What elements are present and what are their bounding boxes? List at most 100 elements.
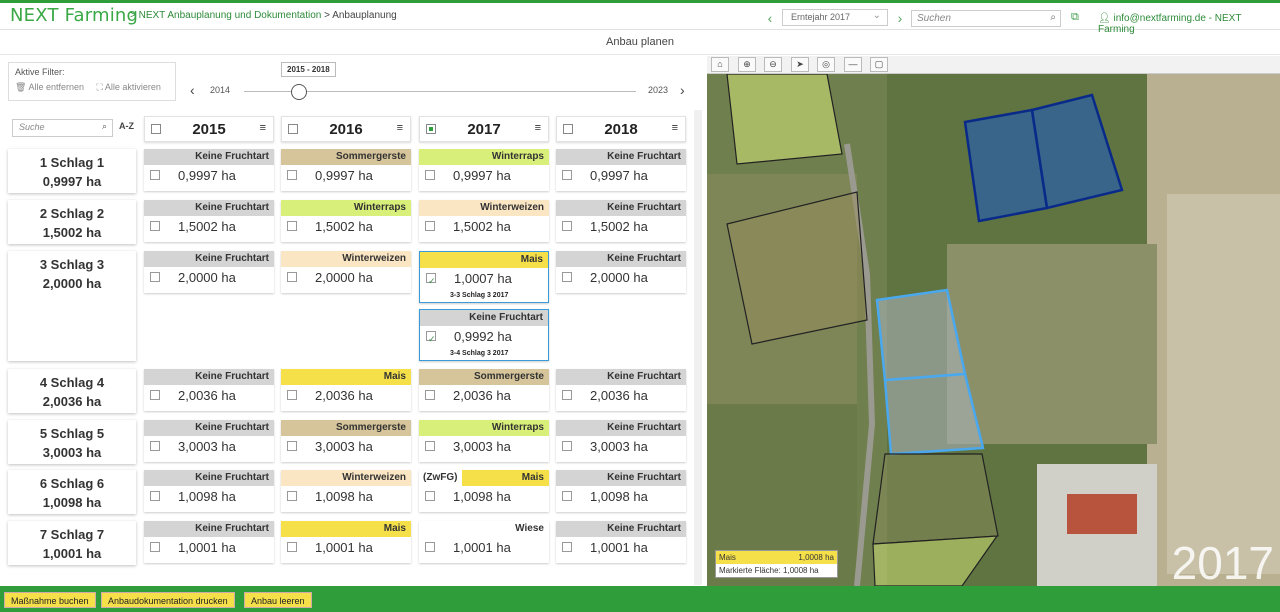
cell-checkbox[interactable] <box>562 542 572 552</box>
cell-checkbox[interactable] <box>562 390 572 400</box>
remove-all-filters-button[interactable]: 🗑︎ Alle entfernen <box>15 82 84 92</box>
crop-cell[interactable]: Keine Fruchtart 3,0003 ha <box>144 420 274 462</box>
cell-checkbox[interactable] <box>287 491 297 501</box>
next-year-chevron-icon[interactable]: › <box>892 10 908 26</box>
cell-checkbox[interactable] <box>150 221 160 231</box>
crop-cell[interactable]: Keine Fruchtart 1,0098 ha <box>144 470 274 512</box>
crop-cell[interactable]: Winterweizen 1,0098 ha <box>281 470 411 512</box>
cell-checkbox[interactable] <box>562 170 572 180</box>
plot-item[interactable]: 7 Schlag 7 1,0001 ha <box>8 521 136 565</box>
cell-checkbox[interactable] <box>562 441 572 451</box>
map-canvas[interactable] <box>707 74 1280 586</box>
crop-cell[interactable]: Winterraps 3,0003 ha <box>419 420 549 462</box>
crop-cell[interactable]: Winterweizen 2,0000 ha <box>281 251 411 293</box>
plot-item[interactable]: 3 Schlag 3 2,0000 ha <box>8 251 136 361</box>
crop-cell[interactable]: Keine Fruchtart 2,0036 ha <box>144 369 274 411</box>
cell-checkbox[interactable] <box>287 390 297 400</box>
cell-checkbox[interactable] <box>425 491 435 501</box>
chat-icon[interactable]: ⧉ <box>1071 11 1079 24</box>
crop-cell[interactable]: Mais 1,0001 ha <box>281 521 411 563</box>
breadcrumb-link[interactable]: > NEXT Anbauplanung und Dokumentation <box>130 10 321 21</box>
activate-all-filters-button[interactable]: ⛶ Alle aktivieren <box>97 82 161 92</box>
cell-checkbox[interactable] <box>150 441 160 451</box>
cell-checkbox[interactable] <box>425 170 435 180</box>
crop-cell[interactable]: Mais 1,0007 ha 3-3 Schlag 3 2017 <box>419 251 549 303</box>
cell-checkbox[interactable] <box>287 221 297 231</box>
line-tool-icon[interactable]: — <box>844 57 862 72</box>
cell-checkbox[interactable] <box>426 270 436 292</box>
crop-cell[interactable]: Keine Fruchtart 2,0000 ha <box>144 251 274 293</box>
crop-cell[interactable]: Keine Fruchtart 0,9997 ha <box>144 149 274 191</box>
plot-item[interactable]: 1 Schlag 1 0,9997 ha <box>8 149 136 193</box>
plot-item[interactable]: 5 Schlag 5 3,0003 ha <box>8 420 136 464</box>
cell-checkbox[interactable] <box>562 221 572 231</box>
app-logo[interactable]: NEXT Farming <box>10 5 138 26</box>
crop-cell[interactable]: Keine Fruchtart 2,0036 ha <box>556 369 686 411</box>
crop-cell[interactable]: Keine Fruchtart 1,0001 ha <box>144 521 274 563</box>
cell-checkbox[interactable] <box>150 542 160 552</box>
crop-cell[interactable]: (ZwFG) Mais 1,0098 ha <box>419 470 549 512</box>
crop-cell[interactable]: Keine Fruchtart 2,0000 ha <box>556 251 686 293</box>
global-search-input[interactable]: Suchen ⌕ <box>911 10 1061 27</box>
crop-cell[interactable]: Keine Fruchtart 1,5002 ha <box>144 200 274 242</box>
timeline-handle[interactable] <box>290 84 307 100</box>
crop-cell[interactable]: Keine Fruchtart 1,0098 ha <box>556 470 686 512</box>
plot-item[interactable]: 2 Schlag 2 1,5002 ha <box>8 200 136 244</box>
cell-checkbox[interactable] <box>150 170 160 180</box>
crop-cell[interactable]: Keine Fruchtart 1,0001 ha <box>556 521 686 563</box>
crop-area: 1,0098 ha <box>144 486 274 510</box>
crop-cell[interactable]: Winterweizen 1,5002 ha <box>419 200 549 242</box>
crop-cell[interactable]: Sommergerste 3,0003 ha <box>281 420 411 462</box>
cell-checkbox[interactable] <box>425 542 435 552</box>
home-icon[interactable]: ⌂ <box>711 57 729 72</box>
cell-checkbox[interactable] <box>425 221 435 231</box>
timeline-next-chevron-icon[interactable]: › <box>680 82 685 98</box>
search-icon[interactable]: ⌕ <box>102 121 107 132</box>
cell-checkbox[interactable] <box>425 441 435 451</box>
cell-checkbox[interactable] <box>287 272 297 282</box>
cell-checkbox[interactable] <box>287 441 297 451</box>
crop-area-value: 2,0000 ha <box>178 270 236 285</box>
plot-search-input[interactable]: Suche ⌕ <box>12 119 113 137</box>
plot-item[interactable]: 4 Schlag 4 2,0036 ha <box>8 369 136 413</box>
year-dropdown[interactable]: Erntejahr 2017 ⌄ <box>782 9 888 26</box>
menu-icon[interactable]: ≡ <box>672 122 678 134</box>
crop-cell[interactable]: Mais 2,0036 ha <box>281 369 411 411</box>
cell-checkbox[interactable] <box>425 390 435 400</box>
locate-icon[interactable]: ➤ <box>791 57 809 72</box>
crop-cell[interactable]: Keine Fruchtart 3,0003 ha <box>556 420 686 462</box>
menu-icon[interactable]: ≡ <box>260 122 266 134</box>
crop-cell[interactable]: Keine Fruchtart 0,9992 ha 3-4 Schlag 3 201… <box>419 309 549 361</box>
zoom-in-icon[interactable]: ⊕ <box>738 57 756 72</box>
menu-icon[interactable]: ≡ <box>397 122 403 134</box>
search-icon[interactable]: ⌕ <box>1050 12 1056 23</box>
cell-checkbox[interactable] <box>562 272 572 282</box>
sort-az-button[interactable]: A-Z <box>119 121 134 131</box>
cell-checkbox[interactable] <box>287 170 297 180</box>
book-measure-button[interactable]: Maßnahme buchen <box>4 592 96 608</box>
rectangle-tool-icon[interactable]: ▢ <box>870 57 888 72</box>
prev-year-chevron-icon[interactable]: ‹ <box>762 10 778 26</box>
plot-item[interactable]: 6 Schlag 6 1,0098 ha <box>8 470 136 514</box>
cell-checkbox[interactable] <box>150 390 160 400</box>
cell-checkbox[interactable] <box>287 542 297 552</box>
clear-cultivation-button[interactable]: Anbau leeren <box>244 592 312 608</box>
timeline-prev-chevron-icon[interactable]: ‹ <box>190 82 195 98</box>
crop-cell[interactable]: Wiese 1,0001 ha <box>419 521 549 563</box>
cell-checkbox[interactable] <box>562 491 572 501</box>
menu-icon[interactable]: ≡ <box>535 122 541 134</box>
crop-cell[interactable]: Keine Fruchtart 0,9997 ha <box>556 149 686 191</box>
print-documentation-button[interactable]: Anbaudokumentation drucken <box>101 592 235 608</box>
cell-checkbox[interactable] <box>150 491 160 501</box>
globe-icon[interactable]: ◎ <box>817 57 835 72</box>
zoom-out-icon[interactable]: ⊖ <box>764 57 782 72</box>
trash-icon: 🗑︎ <box>15 82 27 92</box>
crop-cell[interactable]: Winterraps 1,5002 ha <box>281 200 411 242</box>
cell-checkbox[interactable] <box>426 328 436 350</box>
cell-checkbox[interactable] <box>150 272 160 282</box>
grid-scrollbar[interactable] <box>694 110 702 585</box>
crop-cell[interactable]: Sommergerste 0,9997 ha <box>281 149 411 191</box>
crop-cell[interactable]: Winterraps 0,9997 ha <box>419 149 549 191</box>
crop-cell[interactable]: Keine Fruchtart 1,5002 ha <box>556 200 686 242</box>
crop-cell[interactable]: Sommergerste 2,0036 ha <box>419 369 549 411</box>
